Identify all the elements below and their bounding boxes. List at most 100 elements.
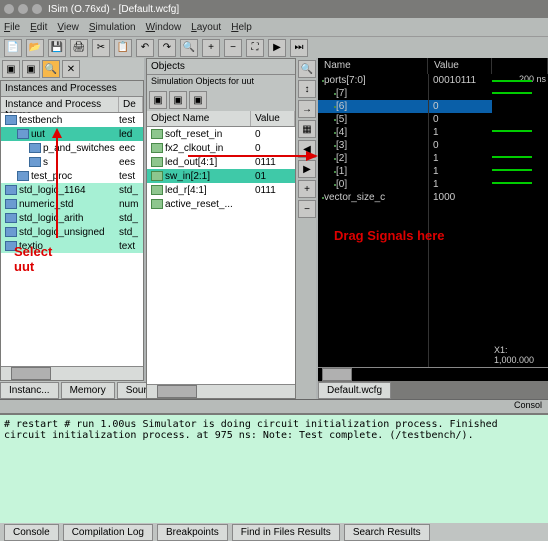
tab-wcfg[interactable]: Default.wcfg (318, 382, 391, 399)
scrollbar-h[interactable] (147, 384, 295, 398)
col-name[interactable]: Instance and Process Name (1, 97, 119, 112)
wave-signal-row[interactable]: ports[7:0] (318, 74, 428, 87)
filter-icon[interactable]: ▣ (2, 60, 20, 78)
print-icon[interactable]: 🖨 (70, 39, 88, 57)
find-icon[interactable]: 🔍 (180, 39, 198, 57)
instances-header: Instances and Processes (1, 81, 143, 97)
tab-search-results[interactable]: Search Results (344, 524, 430, 541)
tree-row[interactable]: std_logic_1164std_ (1, 183, 143, 197)
col-object-name[interactable]: Object Name (147, 111, 251, 126)
zoom-in-icon[interactable]: + (202, 39, 220, 57)
col-desc[interactable]: De (119, 97, 143, 112)
objects-tree[interactable]: soft_reset_in0fx2_clkout_in0led_out[4:1]… (147, 127, 295, 384)
wave-signal-row[interactable]: [3] (318, 139, 428, 152)
menu-window[interactable]: Window (146, 22, 182, 33)
menu-simulation[interactable]: Simulation (89, 22, 136, 33)
filter-icon[interactable]: ▣ (189, 91, 207, 109)
tree-row[interactable]: sw_in[2:1]01 (147, 169, 295, 183)
sys-icon[interactable] (32, 4, 42, 14)
menu-layout[interactable]: Layout (191, 22, 221, 33)
tree-row[interactable]: numeric_stdnum (1, 197, 143, 211)
filter-icon[interactable]: ▣ (22, 60, 40, 78)
signal-icon (151, 185, 163, 195)
zoom-out-icon[interactable]: − (224, 39, 242, 57)
tab-memory[interactable]: Memory (61, 382, 115, 399)
wave-col-name[interactable]: Name (318, 58, 428, 74)
tree-row[interactable]: std_logic_arithstd_ (1, 211, 143, 225)
prev-icon[interactable]: ◀ (298, 140, 316, 158)
objects-header: Objects (147, 59, 295, 75)
instances-toolbar: ▣ ▣ 🔍 ✕ (0, 58, 144, 80)
wave-body[interactable]: ports[7:0][7][6][5][4][3][2][1][0]vector… (318, 74, 548, 367)
cut-icon[interactable]: ✂ (92, 39, 110, 57)
tree-row[interactable]: fx2_clkout_in0 (147, 141, 295, 155)
signal-icon (334, 93, 336, 95)
signal-icon (151, 129, 163, 139)
signal-icon (334, 171, 336, 173)
wave-signal-row[interactable]: [6] (318, 100, 428, 113)
save-icon[interactable]: 💾 (48, 39, 66, 57)
wave-signal-row[interactable]: [2] (318, 152, 428, 165)
step-icon[interactable]: ⏭ (290, 39, 308, 57)
module-icon (29, 143, 41, 153)
tree-row[interactable]: std_logic_unsignedstd_ (1, 225, 143, 239)
open-icon[interactable]: 📂 (26, 39, 44, 57)
tab-compilation[interactable]: Compilation Log (63, 524, 153, 541)
tree-row[interactable]: led_r[4:1]0111 (147, 183, 295, 197)
tab-find-results[interactable]: Find in Files Results (232, 524, 340, 541)
zoom-fit-icon[interactable]: ⛶ (246, 39, 264, 57)
tree-row[interactable]: p_and_switcheseec (1, 141, 143, 155)
goto-icon[interactable]: → (298, 100, 316, 118)
filter-icon[interactable]: ▣ (169, 91, 187, 109)
wave-value: 0 (429, 113, 492, 126)
wave-signal-row[interactable]: [4] (318, 126, 428, 139)
filter-icon[interactable]: ▣ (149, 91, 167, 109)
sys-icon[interactable] (18, 4, 28, 14)
tree-row[interactable]: uutled (1, 127, 143, 141)
tree-row[interactable]: sees (1, 155, 143, 169)
menu-view[interactable]: View (57, 22, 79, 33)
tree-row[interactable]: testbenchtest (1, 113, 143, 127)
wave-col-value[interactable]: Value (428, 58, 492, 74)
tree-row[interactable]: soft_reset_in0 (147, 127, 295, 141)
wave-signal-row[interactable]: [7] (318, 87, 428, 100)
col-value[interactable]: Value (251, 111, 295, 126)
add-icon[interactable]: + (298, 180, 316, 198)
menu-edit[interactable]: Edit (30, 22, 47, 33)
wave-signal-row[interactable]: vector_size_c (318, 191, 428, 204)
undo-icon[interactable]: ↶ (136, 39, 154, 57)
signal-icon (334, 184, 336, 186)
sys-icon[interactable] (4, 4, 14, 14)
wave-signal-row[interactable]: [0] (318, 178, 428, 191)
next-icon[interactable]: ▶ (298, 160, 316, 178)
del-icon[interactable]: − (298, 200, 316, 218)
tree-row[interactable]: test_proctest (1, 169, 143, 183)
scrollbar-h[interactable] (1, 366, 143, 380)
find-icon[interactable]: 🔍 (42, 60, 60, 78)
wave-signal-row[interactable]: [5] (318, 113, 428, 126)
marker-icon[interactable]: ▦ (298, 120, 316, 138)
new-icon[interactable]: 📄 (4, 39, 22, 57)
tree-row[interactable]: textiotext (1, 239, 143, 253)
wave-value: 0 (429, 100, 492, 113)
tree-row[interactable]: led_out[4:1]0111 (147, 155, 295, 169)
zoom-icon[interactable]: 🔍 (298, 60, 316, 78)
run-icon[interactable]: ▶ (268, 39, 286, 57)
redo-icon[interactable]: ↷ (158, 39, 176, 57)
signal-icon (334, 106, 336, 108)
wave-scrollbar[interactable] (318, 367, 548, 381)
module-icon (5, 199, 17, 209)
main-area: ▣ ▣ 🔍 ✕ Instances and Processes Instance… (0, 58, 548, 399)
wave-signal-row[interactable]: [1] (318, 165, 428, 178)
tab-instances[interactable]: Instanc... (0, 382, 59, 399)
clear-icon[interactable]: ✕ (62, 60, 80, 78)
menu-help[interactable]: Help (231, 22, 252, 33)
tab-breakpoints[interactable]: Breakpoints (157, 524, 228, 541)
tree-row[interactable]: active_reset_... (147, 197, 295, 211)
copy-icon[interactable]: 📋 (114, 39, 132, 57)
instances-tree[interactable]: testbenchtestuutledp_and_switcheseecsees… (1, 113, 143, 366)
tab-console[interactable]: Console (4, 524, 59, 541)
menu-file[interactable]: File (4, 22, 20, 33)
cursor-icon[interactable]: ↕ (298, 80, 316, 98)
console-output[interactable]: # restart # run 1.00us Simulator is doin… (0, 413, 548, 523)
